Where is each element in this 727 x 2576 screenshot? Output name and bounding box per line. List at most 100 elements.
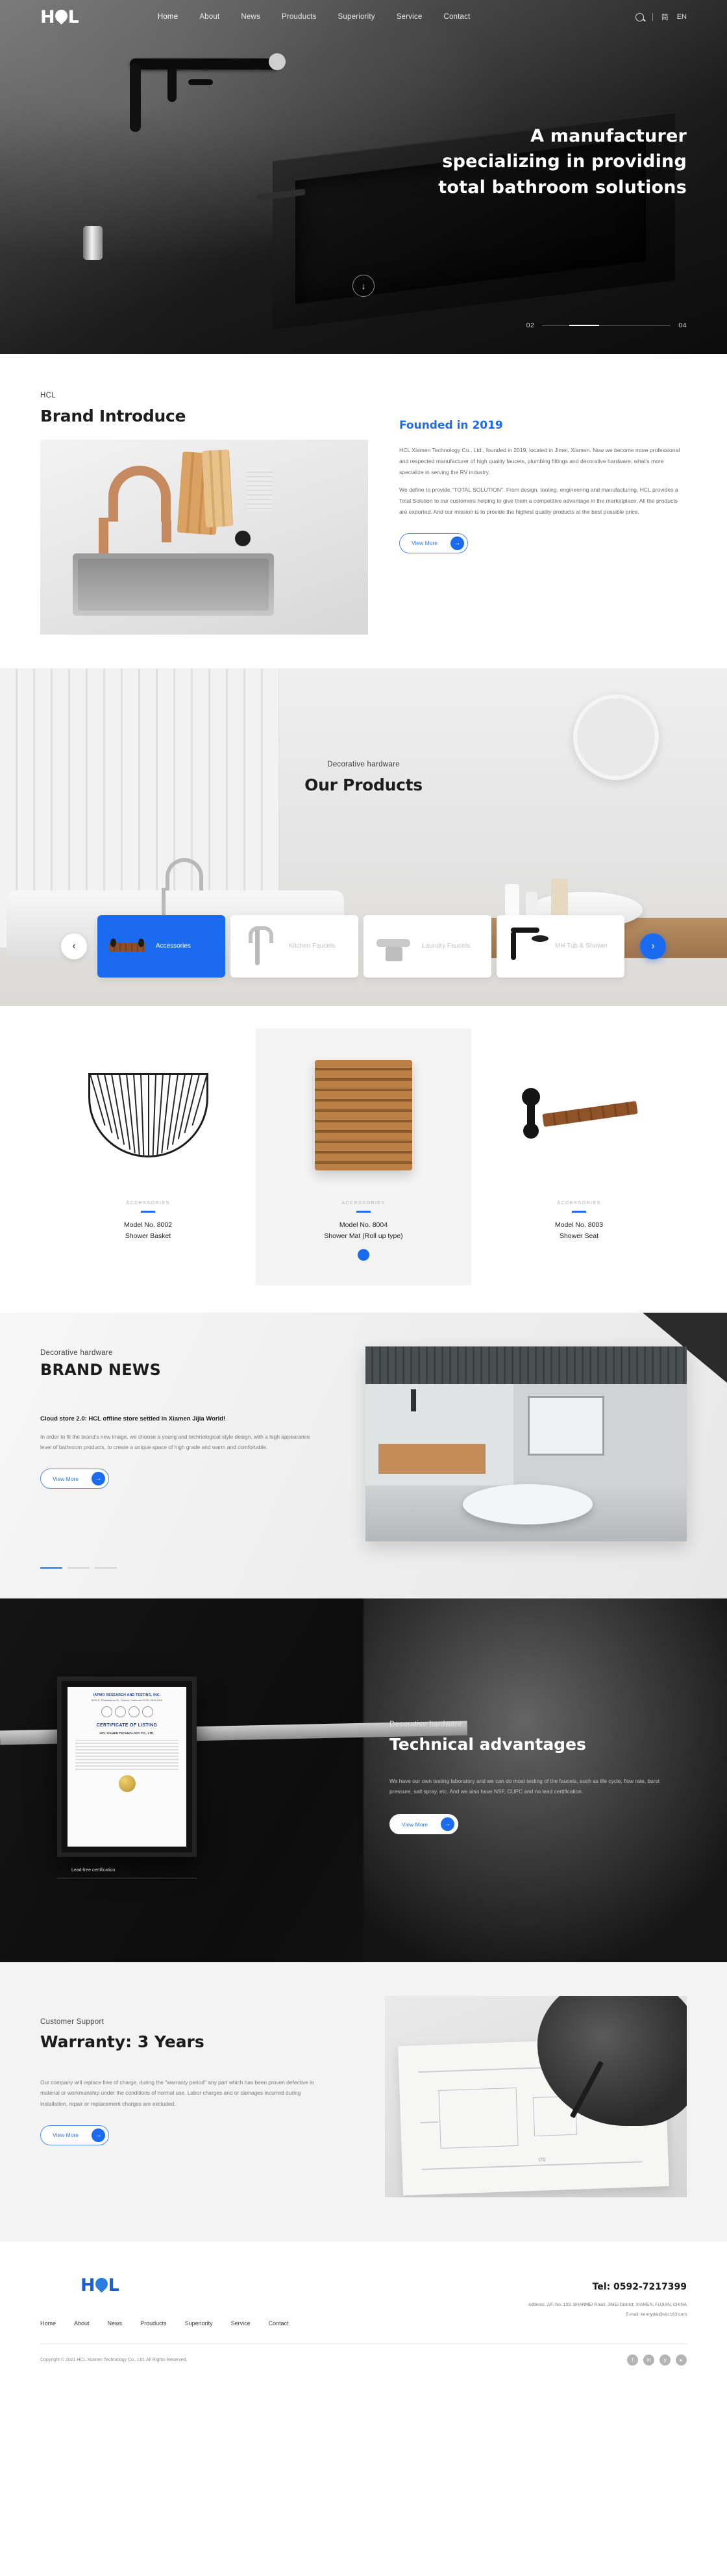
twitter-icon[interactable]: y — [659, 2354, 671, 2366]
nav-item-contact[interactable]: Contact — [443, 13, 470, 21]
brand-paragraph-1: HCL Xiamen Technology Co., Ltd., founded… — [399, 447, 680, 475]
lang-switch-cn[interactable]: 简 — [661, 12, 669, 22]
arrow-right-icon: → — [450, 536, 464, 550]
facebook-icon[interactable]: f — [627, 2354, 638, 2366]
nav-item-superiority[interactable]: Superiority — [338, 13, 375, 21]
nav-item-about[interactable]: About — [199, 13, 219, 21]
footer-email[interactable]: E-mail: kennydai@vip.163.com — [528, 2312, 687, 2317]
nav-item-prouducts[interactable]: Prouducts — [282, 13, 317, 21]
warranty-text-column: Customer Support Warranty: 3 Years Our c… — [40, 2018, 319, 2145]
footer-nav-item-prouducts[interactable]: Prouducts — [140, 2320, 167, 2327]
news-dot[interactable] — [95, 1567, 117, 1569]
product-active-dot[interactable] — [358, 1248, 369, 1261]
warranty-view-more-button[interactable]: View More → — [40, 2125, 109, 2145]
brand-title: Brand Introduce — [40, 407, 186, 425]
news-photo — [365, 1346, 687, 1541]
footer-nav-item-news[interactable]: News — [108, 2320, 123, 2327]
news-view-more-button[interactable]: View More → — [40, 1469, 109, 1489]
chrome-knob-illustration — [83, 226, 103, 260]
news-dot-active[interactable] — [40, 1567, 62, 1569]
vase-icon — [247, 468, 273, 511]
lang-switch-en[interactable]: EN — [677, 13, 687, 21]
page-root: H L Home About News Prouducts Superiorit… — [0, 0, 727, 2384]
brand-left-column: HCL Brand Introduce — [40, 392, 368, 635]
divider — [652, 13, 653, 21]
tech-body: We have our own testing laboratory and w… — [389, 1777, 660, 1795]
hero-line-2: specializing in providing — [442, 151, 687, 172]
product-model: Model No. 8002 — [123, 1220, 173, 1229]
logo-text-h: H — [40, 6, 55, 27]
news-view-more-label: View More — [53, 1475, 79, 1482]
slide-total: 04 — [678, 322, 687, 329]
logo[interactable]: H L — [40, 7, 79, 27]
shower-mat-icon — [315, 1060, 412, 1170]
brand-view-more-button[interactable]: View More → — [399, 533, 468, 553]
water-drop-icon — [52, 6, 70, 25]
shower-seat-icon — [521, 1087, 638, 1143]
product-card[interactable]: ACCESSORIES Model No. 8002 Shower Basket — [40, 1028, 256, 1285]
news-eyebrow: Decorative hardware — [40, 1348, 113, 1357]
products-heading: Decorative hardware Our Products — [0, 761, 727, 794]
nav-item-home[interactable]: Home — [158, 13, 178, 21]
tab-kitchen-faucets-label: Kitchen Faucets — [289, 942, 336, 950]
product-rule — [572, 1211, 586, 1213]
header-utilities: 简 EN — [635, 12, 687, 22]
warranty-title: Warranty: 3 Years — [40, 2032, 204, 2051]
product-card[interactable]: ACCESSORIES Model No. 8003 Shower Seat — [471, 1028, 687, 1285]
product-name: Shower Seat — [559, 1231, 599, 1240]
product-name: Shower Mat (Roll up type) — [324, 1231, 403, 1240]
youtube-icon[interactable]: ▸ — [676, 2354, 687, 2366]
footer-nav-item-contact[interactable]: Contact — [269, 2320, 289, 2327]
nav-item-news[interactable]: News — [241, 13, 260, 21]
tab-mh-tub-shower-label: MH Tub & Shower — [555, 942, 608, 950]
certificate-frame: IAPMO RESEARCH AND TESTING, INC. 5001 E.… — [57, 1676, 197, 1857]
chevron-left-icon[interactable]: ‹ — [61, 933, 87, 959]
scroll-down-button[interactable]: ↓ — [352, 275, 375, 297]
footer-tel[interactable]: Tel: 0592-7217399 — [528, 2282, 687, 2292]
tab-kitchen-faucets[interactable]: Kitchen Faucets — [230, 915, 358, 978]
footer-nav-item-superiority[interactable]: Superiority — [185, 2320, 213, 2327]
warranty-section: Customer Support Warranty: 3 Years Our c… — [0, 1962, 727, 2241]
certificate-document: IAPMO RESEARCH AND TESTING, INC. 5001 E.… — [68, 1686, 186, 1847]
arrow-down-icon: ↓ — [361, 281, 366, 291]
footer-logo[interactable]: H L — [80, 2275, 404, 2295]
site-footer: H L Home About News Prouducts Superiorit… — [0, 2241, 727, 2384]
footer-nav-item-home[interactable]: Home — [40, 2320, 56, 2327]
main-nav: Home About News Prouducts Superiority Se… — [158, 13, 471, 21]
social-links: f in y ▸ — [627, 2354, 687, 2366]
product-image — [488, 1048, 670, 1183]
slide-current: 02 — [526, 322, 535, 329]
nav-item-service[interactable]: Service — [397, 13, 423, 21]
chevron-right-icon[interactable]: › — [640, 933, 666, 959]
linkedin-icon[interactable]: in — [643, 2354, 654, 2366]
footer-left: H L Home About News Prouducts Superiorit… — [40, 2275, 404, 2327]
certificate-company: HCL XIAMEN TECHNOLOGY CO., LTD. — [99, 1731, 154, 1735]
tech-view-more-button[interactable]: View More → — [389, 1814, 458, 1835]
news-pagination[interactable] — [40, 1567, 117, 1569]
warranty-photo: t70 — [385, 1995, 687, 2197]
product-card[interactable]: ACCESSORIES Model No. 8004 Shower Mat (R… — [256, 1028, 471, 1285]
gold-seal-icon — [118, 1774, 136, 1792]
hero-headline: A manufacturer specializing in providing… — [438, 123, 687, 200]
sink-basin-icon — [73, 553, 274, 616]
slider-track[interactable] — [542, 325, 671, 326]
product-image — [57, 1048, 239, 1183]
tab-laundry-faucets[interactable]: Laundry Faucets — [364, 915, 491, 978]
product-category-tabs: ‹ Accessories Kitchen Faucets Laundry Fa… — [0, 915, 727, 978]
product-model: Model No. 8003 — [554, 1220, 604, 1229]
certificate-org: IAPMO RESEARCH AND TESTING, INC. — [93, 1693, 161, 1697]
hero-line-1: A manufacturer — [530, 126, 687, 146]
bottle-2-illustration — [526, 892, 537, 918]
footer-nav-item-service[interactable]: Service — [231, 2320, 251, 2327]
tab-mh-tub-shower[interactable]: MH Tub & Shower — [497, 915, 624, 978]
product-category: ACCESSORIES — [126, 1200, 170, 1206]
search-icon[interactable] — [635, 12, 644, 21]
brand-photo — [40, 440, 368, 635]
news-dot[interactable] — [68, 1567, 90, 1569]
footer-nav-item-about[interactable]: About — [74, 2320, 90, 2327]
footer-contact: Tel: 0592-7217399 Address: 2/F, No. 133,… — [528, 2275, 687, 2327]
reed-diffuser-illustration — [551, 879, 568, 918]
product-rule — [356, 1211, 371, 1213]
tab-accessories[interactable]: Accessories — [97, 915, 225, 978]
tech-title: Technical advantages — [389, 1734, 586, 1754]
